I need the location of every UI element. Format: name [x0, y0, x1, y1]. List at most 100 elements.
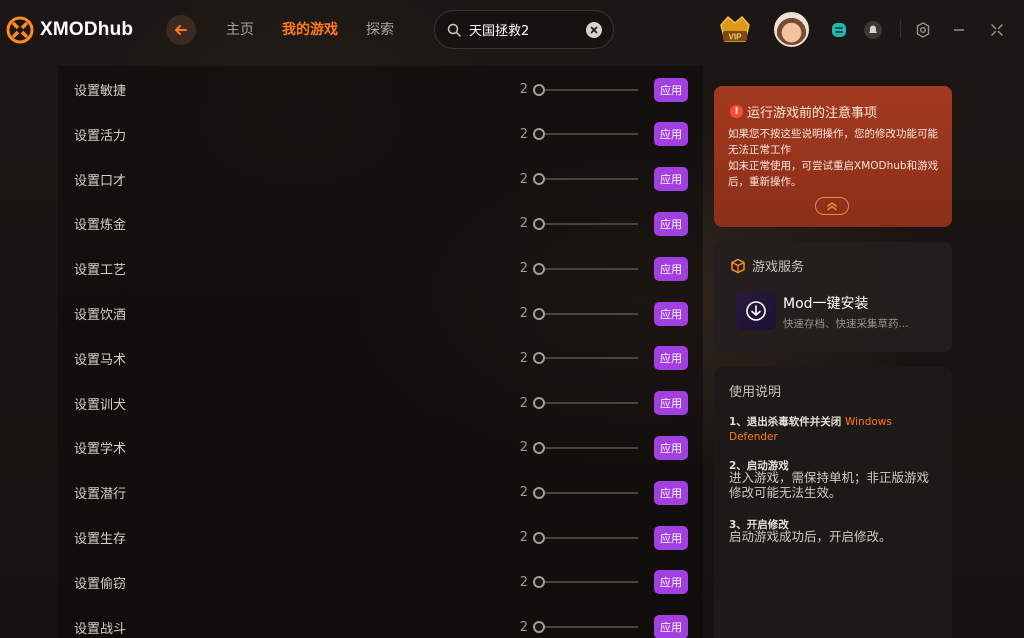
app-logo[interactable]: XMODhub	[6, 16, 133, 44]
collapse-button[interactable]	[815, 197, 849, 215]
setting-label: 设置生存	[74, 532, 127, 547]
mod-install-subtitle: 快速存档、快速采集草药...	[783, 318, 909, 330]
app-window: XMODhub 主页 我的游戏 探索 天国拯救2 VIP 设置敏捷 2 应用 设…	[0, 0, 1024, 638]
mod-install-title[interactable]: Mod一键安装	[783, 293, 869, 313]
nav-my-games[interactable]: 我的游戏	[282, 19, 338, 39]
warning-icon: !	[730, 105, 743, 118]
notice-header: ! 运行游戏前的注意事项	[730, 102, 877, 121]
setting-row: 设置学术 2 应用	[58, 425, 703, 470]
apply-button[interactable]: 应用	[654, 525, 688, 550]
setting-slider[interactable]	[540, 626, 638, 629]
slider-thumb[interactable]	[533, 576, 545, 589]
setting-slider[interactable]	[540, 88, 638, 91]
user-avatar[interactable]	[774, 12, 809, 47]
settings-icon[interactable]	[912, 19, 934, 41]
apply-button[interactable]: 应用	[654, 256, 688, 281]
slider-thumb[interactable]	[533, 83, 545, 96]
slider-thumb[interactable]	[533, 352, 545, 365]
notice-line-2: 如未正常使用，可尝试重启XMODhub和游戏后，重新操作。	[728, 160, 939, 188]
setting-value: 2	[519, 395, 528, 411]
setting-label: 设置敏捷	[74, 84, 127, 99]
setting-value: 2	[519, 574, 528, 590]
setting-slider[interactable]	[540, 581, 638, 584]
setting-value: 2	[519, 216, 528, 232]
nav-explore[interactable]: 探索	[366, 19, 394, 39]
step-3-text: 启动游戏成功后，开启修改。	[729, 529, 892, 544]
step-1: 1、退出杀毒软件并关闭 Windows Defender	[729, 415, 941, 445]
slider-thumb[interactable]	[533, 307, 545, 320]
setting-slider[interactable]	[540, 267, 638, 270]
setting-slider[interactable]	[540, 222, 638, 225]
chat-icon[interactable]	[828, 19, 850, 41]
setting-label: 设置潜行	[74, 487, 127, 503]
setting-label: 设置马术	[74, 352, 127, 368]
apply-button[interactable]: 应用	[654, 615, 688, 638]
mod-install-button[interactable]	[736, 292, 776, 330]
apply-button[interactable]: 应用	[654, 391, 688, 416]
slider-thumb[interactable]	[533, 128, 545, 141]
slider-thumb[interactable]	[533, 217, 545, 230]
slider-thumb[interactable]	[533, 173, 545, 186]
slider-thumb[interactable]	[533, 486, 545, 499]
cube-icon	[731, 258, 745, 273]
apply-button[interactable]: 应用	[654, 346, 688, 371]
clear-search-button[interactable]	[586, 22, 602, 38]
apply-button[interactable]: 应用	[654, 570, 688, 595]
apply-button[interactable]: 应用	[654, 167, 688, 192]
slider-thumb[interactable]	[533, 441, 545, 454]
nav-home[interactable]: 主页	[226, 19, 254, 39]
setting-slider[interactable]	[540, 536, 638, 539]
setting-label: 设置偷窃	[74, 576, 127, 592]
step-1-title: 1、退出杀毒软件并关闭	[729, 416, 842, 428]
notification-icon[interactable]	[862, 19, 884, 41]
setting-row: 设置口才 2 应用	[58, 157, 703, 202]
back-button[interactable]	[166, 15, 196, 45]
app-name: XMODhub	[40, 19, 134, 40]
service-title: 游戏服务	[752, 260, 805, 275]
vip-badge[interactable]: VIP	[717, 13, 753, 47]
slider-thumb[interactable]	[533, 531, 545, 544]
setting-slider[interactable]	[540, 357, 638, 360]
setting-slider[interactable]	[540, 133, 638, 136]
slider-thumb[interactable]	[533, 262, 545, 275]
slider-thumb[interactable]	[533, 621, 545, 634]
minimize-icon[interactable]	[948, 19, 970, 41]
apply-button[interactable]: 应用	[654, 435, 688, 460]
usage-card: 使用说明 1、退出杀毒软件并关闭 Windows Defender 2、启动游戏…	[714, 367, 952, 638]
setting-value: 2	[519, 530, 528, 545]
setting-label: 设置学术	[74, 442, 127, 458]
search-input[interactable]: 天国拯救2	[469, 20, 579, 39]
apply-button[interactable]: 应用	[654, 122, 688, 147]
setting-label: 设置饮酒	[74, 308, 127, 323]
vip-crown-icon: VIP	[720, 15, 750, 42]
setting-label: 设置工艺	[74, 263, 127, 279]
setting-slider[interactable]	[540, 402, 638, 405]
setting-slider[interactable]	[540, 178, 638, 181]
usage-title: 使用说明	[729, 385, 782, 400]
vip-label: VIP	[729, 33, 743, 42]
setting-label: 设置活力	[74, 128, 127, 144]
setting-slider[interactable]	[540, 446, 638, 449]
setting-value: 2	[519, 440, 528, 456]
setting-slider[interactable]	[540, 491, 638, 494]
setting-row: 设置马术 2 应用	[58, 336, 703, 381]
setting-value: 2	[519, 350, 528, 366]
fullscreen-icon[interactable]	[986, 19, 1008, 41]
search-box[interactable]: 天国拯救2	[434, 10, 614, 49]
apply-button[interactable]: 应用	[654, 211, 688, 236]
arrow-left-icon	[175, 25, 187, 35]
notice-line-1: 如果您不按这些说明操作，您的修改功能可能无法正常工作	[728, 128, 938, 156]
step-2-text: 进入游戏，需保持单机；非正版游戏修改可能无法生效。	[729, 470, 930, 500]
apply-button[interactable]: 应用	[654, 480, 688, 505]
apply-button[interactable]: 应用	[654, 77, 688, 102]
setting-row: 设置活力 2 应用	[58, 112, 703, 157]
settings-panel: 设置敏捷 2 应用 设置活力 2 应用 设置口才 2 应用 设置炼金 2 应用 设置工艺 2 应用 设置饮酒 2…	[58, 66, 703, 638]
search-icon	[447, 23, 461, 37]
download-icon	[746, 301, 766, 321]
setting-slider[interactable]	[540, 312, 638, 315]
apply-button[interactable]: 应用	[654, 301, 688, 326]
setting-value: 2	[519, 261, 528, 277]
slider-thumb[interactable]	[533, 397, 545, 410]
setting-value: 2	[519, 485, 528, 501]
close-icon	[590, 26, 598, 34]
